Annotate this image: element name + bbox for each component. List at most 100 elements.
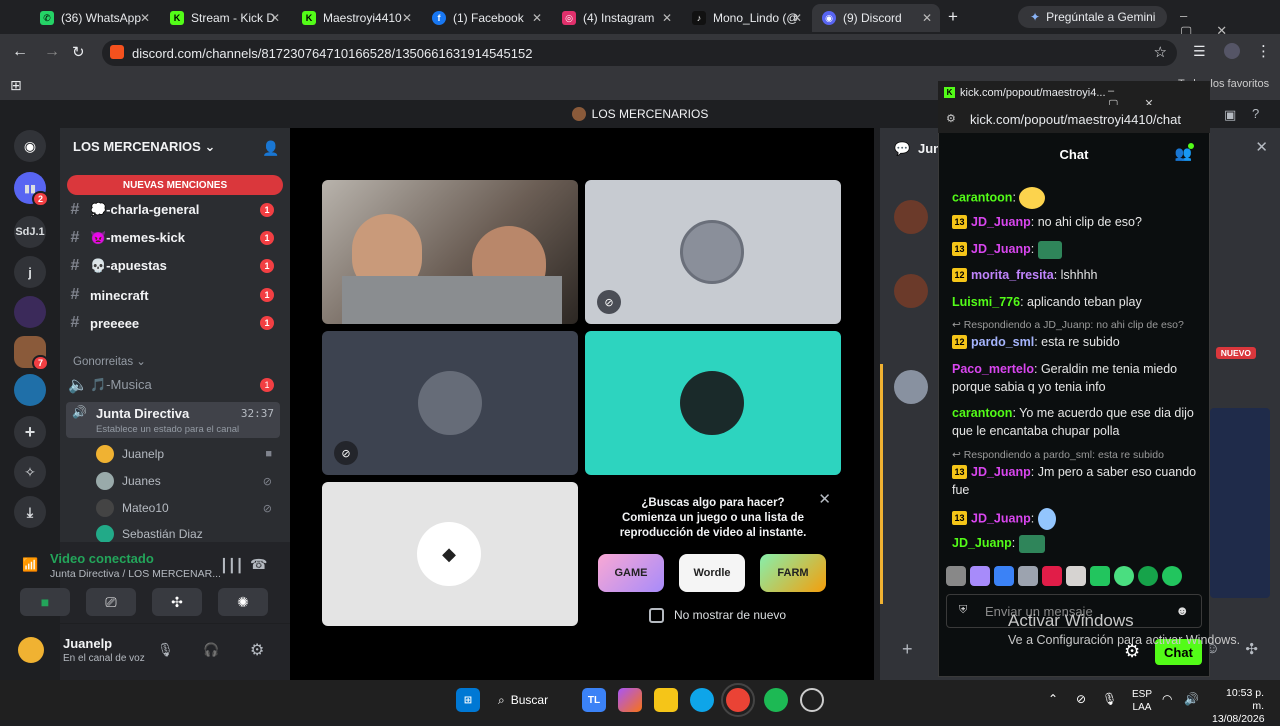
channel-apuestas[interactable]: # 💀-apuestas 1 xyxy=(68,255,278,277)
help-icon[interactable]: ? xyxy=(1252,106,1259,121)
channel-charla-general[interactable]: # 💭-charla-general 1 xyxy=(68,199,278,221)
media-icon[interactable]: ☰ xyxy=(1193,43,1206,60)
close-icon[interactable]: ✕ xyxy=(662,11,672,25)
channel-musica[interactable]: 🔈 🎵-Musica 1 xyxy=(68,374,278,396)
emote[interactable] xyxy=(1138,566,1158,586)
video-tile-user[interactable] xyxy=(585,331,841,475)
close-icon[interactable]: ✕ xyxy=(532,11,542,25)
connection-status[interactable]: Video conectado xyxy=(50,551,154,566)
add-server-icon[interactable]: + xyxy=(14,416,46,448)
emote[interactable] xyxy=(1042,566,1062,586)
emote[interactable] xyxy=(970,566,990,586)
video-tile-user[interactable]: ⊘ xyxy=(322,331,578,475)
copilot-icon[interactable] xyxy=(618,688,642,712)
server-icon[interactable] xyxy=(14,374,46,406)
server-icon[interactable]: j xyxy=(14,256,46,288)
video-tile-camera[interactable] xyxy=(322,180,578,324)
close-icon[interactable]: ✕ xyxy=(270,11,280,25)
user-avatar[interactable] xyxy=(18,637,44,663)
close-icon[interactable]: ✕ xyxy=(140,11,150,25)
headphones-icon[interactable]: 🎧 xyxy=(203,642,219,658)
video-tile-user[interactable]: ⊘ xyxy=(585,180,841,324)
invite-user-icon[interactable]: 👤 xyxy=(262,140,279,157)
activities-button[interactable]: ✣ xyxy=(152,588,202,616)
inbox-icon[interactable]: ▣ xyxy=(1224,107,1236,123)
emote[interactable] xyxy=(1018,566,1038,586)
close-icon[interactable]: ✕ xyxy=(792,11,802,25)
voice-user[interactable]: Juanes ⊘ xyxy=(96,470,276,492)
tab-tiktok[interactable]: ♪ Mono_Lindo (@ ✕ xyxy=(682,4,810,32)
clock[interactable]: 10:53 p. m. 13/08/2026 xyxy=(1212,687,1265,726)
app-icon[interactable]: TL xyxy=(582,688,606,712)
new-mentions-banner[interactable]: NUEVAS MENCIONES xyxy=(67,175,283,195)
voice-user[interactable]: Mateo10 ⊘ xyxy=(96,497,276,519)
close-icon[interactable]: ✕ xyxy=(402,11,412,25)
activity-farm[interactable]: FARM xyxy=(760,554,826,592)
voice-channel-junta-directiva[interactable]: 🔊 Junta Directiva 32:37 Establece un est… xyxy=(66,402,280,438)
soundboard-button[interactable]: ✺ xyxy=(218,588,268,616)
new-tab-button[interactable]: + xyxy=(948,7,958,27)
gemini-button[interactable]: ✦ Pregúntale a Gemini xyxy=(1018,6,1168,28)
server-icon[interactable]: SdJ.1 xyxy=(14,216,46,248)
spotify-icon[interactable] xyxy=(764,688,788,712)
edge-icon[interactable] xyxy=(690,688,714,712)
emote[interactable] xyxy=(946,566,966,586)
video-tile-user[interactable]: ◆ xyxy=(322,482,578,626)
tab-discord[interactable]: ◉ (9) Discord ✕ xyxy=(812,4,940,32)
emote[interactable] xyxy=(1090,566,1110,586)
tab-instagram[interactable]: ◎ (4) Instagram ✕ xyxy=(552,4,680,32)
network-icon[interactable]: ⊘ xyxy=(1076,692,1086,706)
activity-wordle[interactable]: Wordle xyxy=(679,554,745,592)
tab-facebook[interactable]: f (1) Facebook ✕ xyxy=(422,4,550,32)
start-icon[interactable]: ⊞ xyxy=(456,688,480,712)
file-explorer-icon[interactable] xyxy=(654,688,678,712)
channel-minecraft[interactable]: # minecraft 1 xyxy=(68,284,278,306)
menu-icon[interactable]: ⋮ xyxy=(1256,42,1271,60)
volume-icon[interactable]: 🔊 xyxy=(1184,692,1199,706)
channel-memes-kick[interactable]: # 👿-memes-kick 1 xyxy=(68,227,278,249)
apps-icon[interactable]: ✣ xyxy=(1245,640,1258,658)
chrome-icon[interactable] xyxy=(721,683,755,717)
address-bar[interactable]: discord.com/channels/817230764710166528/… xyxy=(102,40,1177,66)
microphone-icon[interactable]: 🎙 xyxy=(157,642,174,658)
emote[interactable] xyxy=(1114,566,1134,586)
chevron-up-icon[interactable]: ⌃ xyxy=(1048,692,1058,706)
tab-whatsapp[interactable]: ✆ (36) WhatsApp ✕ xyxy=(30,4,158,32)
site-settings-icon[interactable]: ⚙ xyxy=(946,112,956,125)
emote[interactable] xyxy=(1162,566,1182,586)
discord-home-icon[interactable]: ◉ xyxy=(14,130,46,162)
channel-preeeee[interactable]: # preeeee 1 xyxy=(68,312,278,334)
emote[interactable] xyxy=(1066,566,1086,586)
wifi-icon[interactable]: ◠ xyxy=(1162,692,1172,706)
close-icon[interactable]: ✕ xyxy=(922,11,932,25)
server-icon[interactable] xyxy=(14,296,46,328)
category-gonorreitas[interactable]: Gonorreitas ⌄ xyxy=(73,354,146,368)
camera-button[interactable]: ■ xyxy=(20,588,70,616)
site-info-icon[interactable] xyxy=(110,45,124,59)
disconnect-icon[interactable]: ☎ xyxy=(250,556,267,573)
tab-kick-channel[interactable]: K Maestroyi4410 ✕ xyxy=(292,4,420,32)
noise-suppression-icon[interactable]: ┃┃┃ xyxy=(220,558,243,574)
download-icon[interactable]: ⤓ xyxy=(14,496,46,528)
app-icon[interactable] xyxy=(800,688,824,712)
emote[interactable] xyxy=(994,566,1014,586)
apps-grid-icon[interactable]: ⊞ xyxy=(10,77,22,94)
voice-user[interactable]: Juanelp ■ xyxy=(96,443,276,465)
back-arrow-icon[interactable]: ← xyxy=(12,43,28,61)
profile-avatar[interactable] xyxy=(1224,43,1240,59)
settings-gear-icon[interactable]: ⚙ xyxy=(250,640,264,660)
add-attachment-icon[interactable]: + xyxy=(902,639,913,660)
taskbar-search[interactable]: ⌕ Buscar xyxy=(498,688,568,712)
server-icon-active[interactable]: 7 xyxy=(14,336,49,371)
microphone-icon[interactable]: 🎙 xyxy=(1102,692,1117,706)
tab-kick-stream[interactable]: K Stream - Kick D ✕ xyxy=(160,4,288,32)
forward-arrow-icon[interactable]: → xyxy=(44,43,60,61)
activity-game[interactable]: GAME xyxy=(598,554,664,592)
bookmark-star-icon[interactable]: ☆ xyxy=(1154,43,1167,61)
server-name[interactable]: LOS MERCENARIOS ⌄ xyxy=(73,139,215,155)
connection-subtitle[interactable]: Junta Directiva / LOS MERCENAR... xyxy=(50,568,221,580)
reload-icon[interactable]: ↻ xyxy=(72,43,85,61)
server-icon[interactable]: ▮▮ 2 xyxy=(14,172,49,207)
explore-icon[interactable]: ✧ xyxy=(14,456,46,488)
emoji-icon[interactable]: ☻ xyxy=(1175,603,1189,618)
